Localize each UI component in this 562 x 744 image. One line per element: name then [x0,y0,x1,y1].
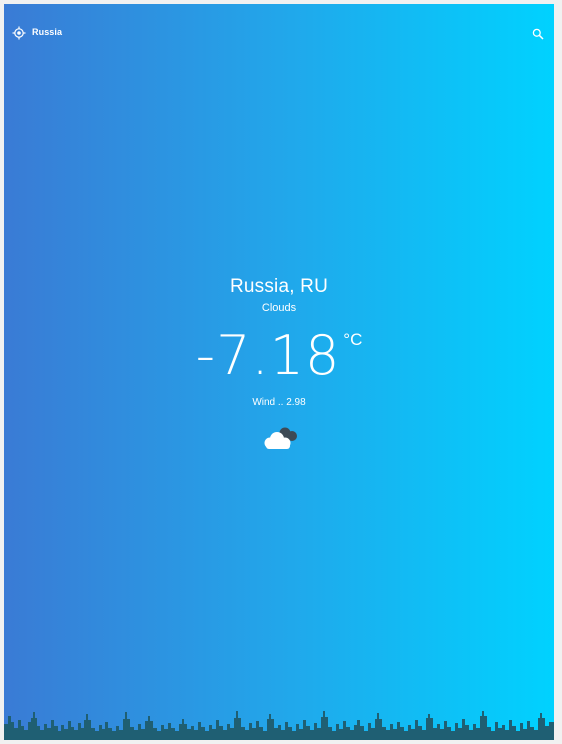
wind-label: Wind .. [252,397,284,408]
top-bar: Russia [4,4,554,62]
wind-info: Wind .. 2.98 [4,397,554,408]
weather-app-window: Russia Russia, RU Clouds -7.18 °C Wind .… [4,4,554,740]
temperature-unit: °C [343,330,363,349]
cloud-icon [260,424,300,452]
search-icon[interactable] [532,27,544,40]
wind-value: 2.98 [286,397,306,408]
city-name: Russia, RU [229,276,329,297]
city-skyline-decoration [4,706,554,740]
temperature-value: -7.18 [195,324,341,387]
temperature-display: -7.18 °C [4,326,554,386]
crosshair-icon[interactable] [12,26,26,40]
location-label[interactable]: Russia [32,27,62,37]
weather-condition: Clouds [261,302,297,314]
